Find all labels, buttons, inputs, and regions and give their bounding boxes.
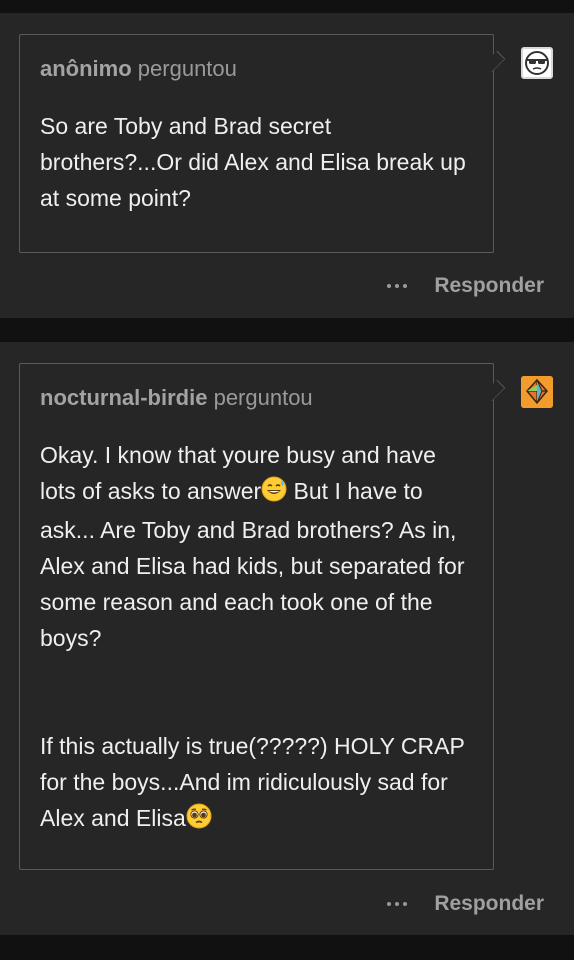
asker-line: anônimo perguntou [40,56,237,82]
question-paragraph: Okay. I know that youre busy and have lo… [40,437,475,656]
anonymous-avatar[interactable] [521,47,553,79]
speech-pointer [483,50,506,73]
ask-post: nocturnal-birdie perguntou Okay. I know … [0,342,574,935]
grinning-sweat-emoji [261,476,287,512]
asker-name[interactable]: nocturnal-birdie [40,385,207,410]
question-text: Okay. I know that youre busy and have lo… [40,437,475,839]
question-paragraph-text: If this actually is true(?????) HOLY CRA… [40,733,465,831]
reply-button[interactable]: Responder [434,274,544,298]
anonymous-sunglasses-icon [525,51,549,75]
question-paragraph: So are Toby and Brad secret brothers?...… [40,113,466,211]
pleading-face-emoji [186,803,212,839]
asked-label: perguntou [137,56,237,81]
question-text: So are Toby and Brad secret brothers?...… [40,108,475,216]
bird-avatar-icon [521,376,553,408]
question-box: anônimo perguntou So are Toby and Brad s… [19,34,506,253]
question-paragraph: If this actually is true(?????) HOLY CRA… [40,728,475,839]
post-actions: Responder [387,271,544,301]
asker-name[interactable]: anônimo [40,56,132,81]
more-options-icon[interactable] [387,271,408,301]
more-options-icon[interactable] [387,889,408,919]
speech-pointer [483,379,506,402]
ask-post: anônimo perguntou So are Toby and Brad s… [0,13,574,318]
asker-line: nocturnal-birdie perguntou [40,385,313,411]
asked-label: perguntou [213,385,313,410]
question-box: nocturnal-birdie perguntou Okay. I know … [19,363,506,870]
post-actions: Responder [387,889,544,919]
reply-button[interactable]: Responder [434,892,544,916]
bird-avatar[interactable] [521,376,553,408]
